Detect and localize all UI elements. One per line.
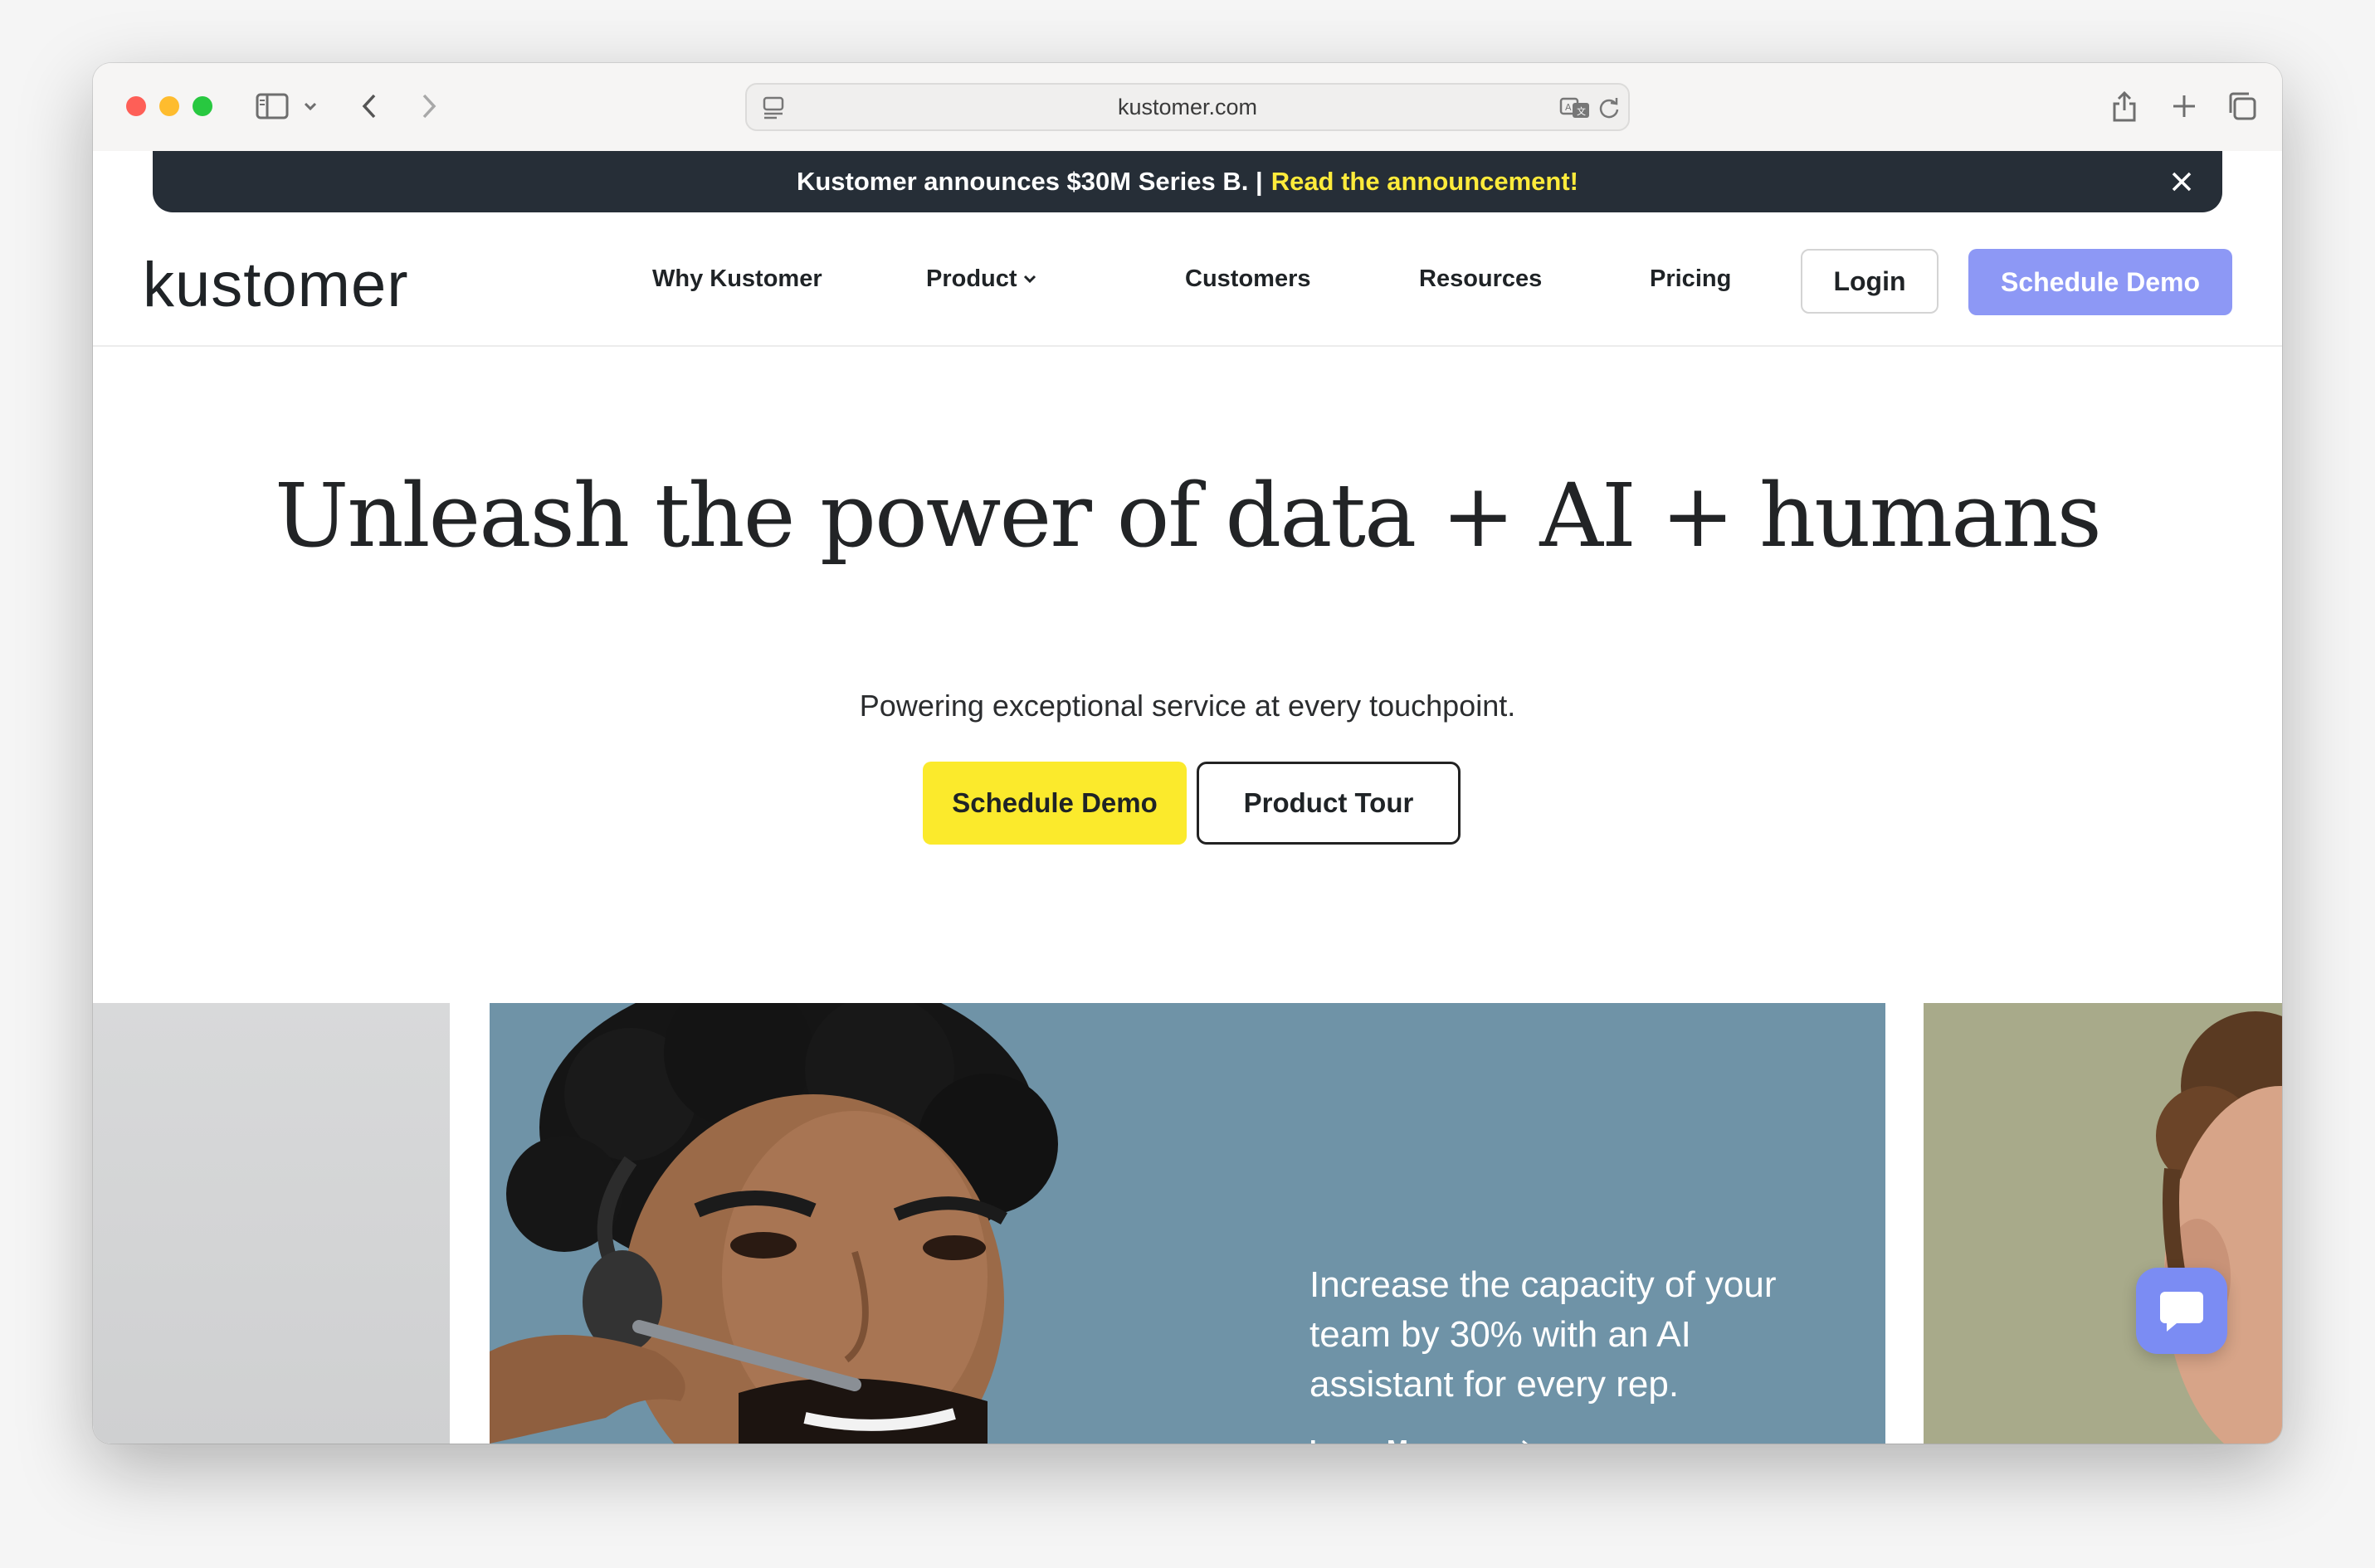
close-icon[interactable] [2168, 168, 2196, 196]
zoom-window-button[interactable] [193, 96, 212, 116]
announcement-link[interactable]: Read the announcement! [1271, 167, 1578, 197]
chat-widget-button[interactable] [2136, 1268, 2227, 1354]
svg-text:A: A [1565, 102, 1572, 113]
nav-item-product-label: Product [926, 265, 1017, 292]
person-photo [2156, 1011, 2282, 1444]
learn-more-link[interactable]: Learn More [1309, 1434, 1536, 1444]
forward-icon[interactable] [417, 88, 441, 124]
chevron-down-icon[interactable] [300, 88, 320, 124]
web-page: Kustomer announces $30M Series B. | Read… [93, 151, 2282, 1444]
chat-icon [2160, 1292, 2203, 1332]
slide-text: Increase the capacity of your team by 30… [1309, 1264, 1777, 1405]
announcement-text: Kustomer announces $30M Series B. | [796, 167, 1263, 196]
hero-title: Unleash the power of data + AI + humans [275, 465, 2102, 567]
carousel-slide-active[interactable]: Increase the capacity of your team by 30… [490, 1003, 1885, 1444]
url-text: kustomer.com [1117, 94, 1258, 119]
close-window-button[interactable] [126, 96, 146, 116]
browser-window: kustomer.com A文 Kustomer announces $30M … [93, 63, 2282, 1444]
tabs-overview-icon[interactable] [2226, 88, 2259, 124]
learn-more-label: Learn More [1309, 1434, 1448, 1444]
reload-icon[interactable] [1595, 90, 1623, 126]
chevron-down-icon [1023, 275, 1036, 284]
arrow-right-icon [1522, 1439, 1529, 1444]
share-icon[interactable] [2108, 88, 2141, 124]
nav-item-pricing[interactable]: Pricing [1650, 254, 1731, 304]
hero-product-tour-button[interactable]: Product Tour [1197, 762, 1461, 845]
main-nav: kustomer Why Kustomer Product Customers … [93, 212, 2282, 347]
nav-item-product[interactable]: Product [926, 254, 1039, 304]
login-button[interactable]: Login [1801, 249, 1939, 314]
hero-schedule-demo-button[interactable]: Schedule Demo [923, 762, 1187, 845]
browser-toolbar: kustomer.com A文 [93, 63, 2282, 151]
nav-item-customers[interactable]: Customers [1185, 254, 1311, 304]
announcement-bar: Kustomer announces $30M Series B. | Read… [153, 151, 2222, 212]
translate-icon[interactable]: A文 [1558, 90, 1592, 126]
minimize-window-button[interactable] [159, 96, 179, 116]
address-bar[interactable]: kustomer.com A文 [745, 83, 1630, 131]
carousel-slide-previous[interactable] [93, 1003, 450, 1444]
nav-item-resources[interactable]: Resources [1419, 254, 1542, 304]
new-tab-icon[interactable] [2168, 88, 2201, 124]
kustomer-logo[interactable]: kustomer [143, 249, 409, 321]
hero-subtitle: Powering exceptional service at every to… [859, 689, 1516, 723]
nav-item-why-kustomer[interactable]: Why Kustomer [652, 254, 822, 304]
logo-text: kustomer [143, 250, 409, 320]
back-icon[interactable] [357, 88, 382, 124]
agent-photo [490, 1003, 1058, 1444]
sidebar-icon[interactable] [254, 88, 290, 124]
nav-schedule-demo-button[interactable]: Schedule Demo [1968, 249, 2232, 315]
svg-text:文: 文 [1577, 105, 1586, 117]
carousel-slide-next[interactable] [1924, 1003, 2282, 1444]
